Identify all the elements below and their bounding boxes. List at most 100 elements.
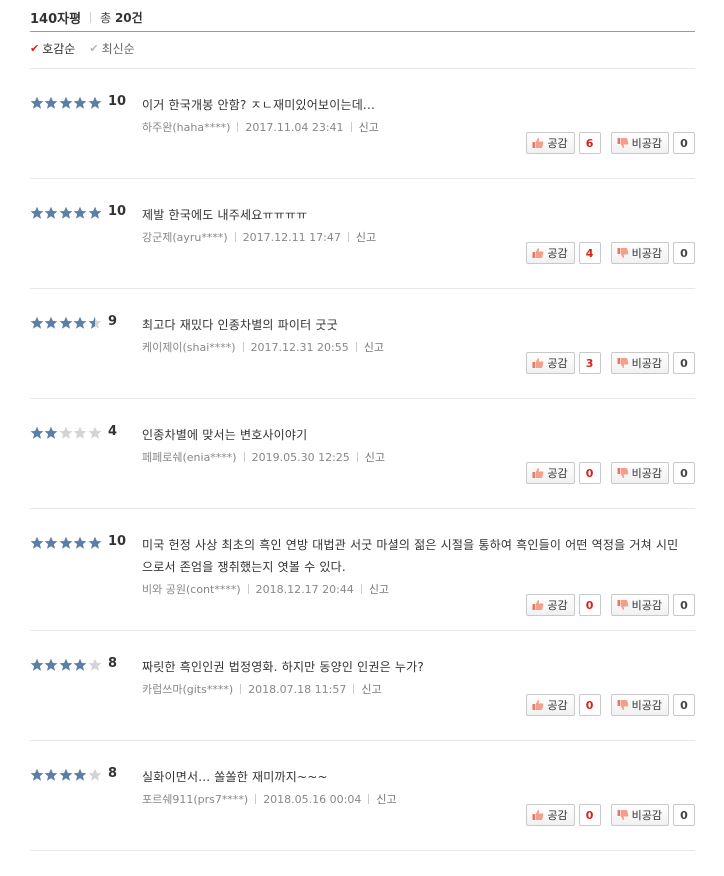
review-item: 4 인종차별에 맞서는 변호사이야기 페페로쉐(enia****) 2019.0… [30, 399, 695, 509]
review-meta: 강군제(ayru****) 2017.12.11 17:47 신고 [142, 229, 376, 245]
review-text: 제발 한국에도 내주세요ㅠㅠㅠㅠ [142, 208, 308, 222]
vote-buttons: 공감 4 비공감 0 [526, 242, 695, 264]
review-meta: 포르쉐911(prs7****) 2018.05.16 00:04 신고 [142, 791, 397, 807]
review-date: 2018.07.18 11:57 [248, 682, 347, 696]
star-icon [59, 426, 73, 440]
divider [240, 684, 242, 694]
thumbs-up-icon [532, 699, 547, 711]
star-rating [30, 426, 102, 440]
review-date: 2018.12.17 20:44 [255, 582, 354, 596]
review-header: 140자평 총 20건 [30, 3, 695, 32]
like-button[interactable]: 공감 [526, 804, 575, 826]
divider [360, 584, 362, 594]
review-item: 10 미국 헌정 사상 최초의 흑인 연방 대법관 서굿 마셜의 젊은 시절을 … [30, 509, 695, 631]
star-icon [30, 316, 44, 330]
like-button[interactable]: 공감 [526, 242, 575, 264]
rating-score: 4 [108, 424, 118, 439]
thumbs-up-icon [532, 467, 547, 479]
divider [243, 452, 245, 462]
dislike-button[interactable]: 비공감 [610, 242, 669, 264]
review-author: 카럽쓰마(gits****) [142, 683, 234, 696]
review-author: 페페로쉐(enia****) [142, 451, 237, 464]
review-text: 인종차별에 맞서는 변호사이야기 [142, 428, 308, 442]
star-icon [73, 536, 87, 550]
star-icon [44, 536, 58, 550]
dislike-count: 0 [673, 462, 695, 484]
review-author: 케이제이(shai****) [142, 341, 236, 354]
thumbs-up-icon [532, 247, 547, 259]
review-item: 8 짜릿한 흑인인권 법정영화. 하지만 동양인 인권은 누가? 카럽쓰마(gi… [30, 631, 695, 741]
star-icon [88, 96, 102, 110]
star-rating [30, 96, 102, 110]
review-meta: 카럽쓰마(gits****) 2018.07.18 11:57 신고 [142, 681, 382, 697]
dislike-button[interactable]: 비공감 [610, 694, 669, 716]
star-icon [88, 768, 102, 782]
report-link[interactable]: 신고 [356, 229, 376, 245]
dislike-count: 0 [673, 804, 695, 826]
review-author: 포르쉐911(prs7****) [142, 793, 249, 806]
like-button[interactable]: 공감 [526, 694, 575, 716]
like-count: 3 [578, 352, 601, 374]
rating-score: 8 [108, 656, 118, 671]
dislike-count: 0 [673, 242, 695, 264]
divider [234, 232, 236, 242]
star-icon [59, 768, 73, 782]
review-meta: 비와 공원(cont****) 2018.12.17 20:44 신고 [142, 581, 389, 597]
report-link[interactable]: 신고 [364, 339, 384, 355]
divider [356, 452, 358, 462]
star-icon [88, 658, 102, 672]
star-icon [59, 96, 73, 110]
dislike-count: 0 [673, 594, 695, 616]
review-meta: 하주완(haha****) 2017.11.04 23:41 신고 [142, 119, 379, 135]
review-author: 하주완(haha****) [142, 121, 231, 134]
vote-buttons: 공감 0 비공감 0 [526, 594, 695, 616]
star-icon [59, 316, 73, 330]
like-button[interactable]: 공감 [526, 594, 575, 616]
thumbs-down-icon [617, 467, 632, 479]
review-meta: 케이제이(shai****) 2017.12.31 20:55 신고 [142, 339, 384, 355]
like-button[interactable]: 공감 [526, 132, 575, 154]
like-button[interactable]: 공감 [526, 352, 575, 374]
dislike-button[interactable]: 비공감 [610, 594, 669, 616]
star-icon [88, 426, 102, 440]
report-link[interactable]: 신고 [376, 791, 396, 807]
sort-by-recent[interactable]: ✔ 최신순 [89, 40, 134, 57]
like-button[interactable]: 공감 [526, 462, 575, 484]
report-link[interactable]: 신고 [361, 681, 381, 697]
star-icon [44, 426, 58, 440]
dislike-count: 0 [673, 694, 695, 716]
sort-options: ✔ 호감순 ✔ 최신순 [30, 40, 135, 57]
star-rating [30, 536, 102, 550]
star-icon [73, 206, 87, 220]
like-count: 4 [578, 242, 601, 264]
thumbs-down-icon [617, 699, 632, 711]
vote-buttons: 공감 0 비공감 0 [526, 462, 695, 484]
dislike-button[interactable]: 비공감 [610, 352, 669, 374]
thumbs-up-icon [532, 599, 547, 611]
divider [237, 122, 239, 132]
divider [247, 584, 249, 594]
dislike-button[interactable]: 비공감 [610, 804, 669, 826]
star-icon [44, 658, 58, 672]
report-link[interactable]: 신고 [365, 449, 385, 465]
dislike-button[interactable]: 비공감 [610, 132, 669, 154]
report-link[interactable]: 신고 [359, 119, 379, 135]
divider [353, 684, 355, 694]
review-text: 최고다 재밌다 인종차별의 파이터 굿굿 [142, 318, 338, 332]
star-icon [30, 96, 44, 110]
section-title: 140자평 [30, 11, 82, 27]
vote-buttons: 공감 0 비공감 0 [526, 804, 695, 826]
dislike-count: 0 [673, 132, 695, 154]
divider [255, 794, 257, 804]
review-date: 2017.11.04 23:41 [245, 120, 344, 134]
rating-score: 10 [108, 94, 127, 109]
review-item: 10 제발 한국에도 내주세요ㅠㅠㅠㅠ 강군제(ayru****) 2017.1… [30, 179, 695, 289]
review-date: 2017.12.11 17:47 [242, 230, 341, 244]
star-rating [30, 658, 102, 672]
dislike-button[interactable]: 비공감 [610, 462, 669, 484]
report-link[interactable]: 신고 [369, 581, 389, 597]
star-icon [88, 316, 102, 330]
sort-by-likes[interactable]: ✔ 호감순 [30, 40, 75, 57]
review-meta: 페페로쉐(enia****) 2019.05.30 12:25 신고 [142, 449, 385, 465]
vote-buttons: 공감 6 비공감 0 [526, 132, 695, 154]
